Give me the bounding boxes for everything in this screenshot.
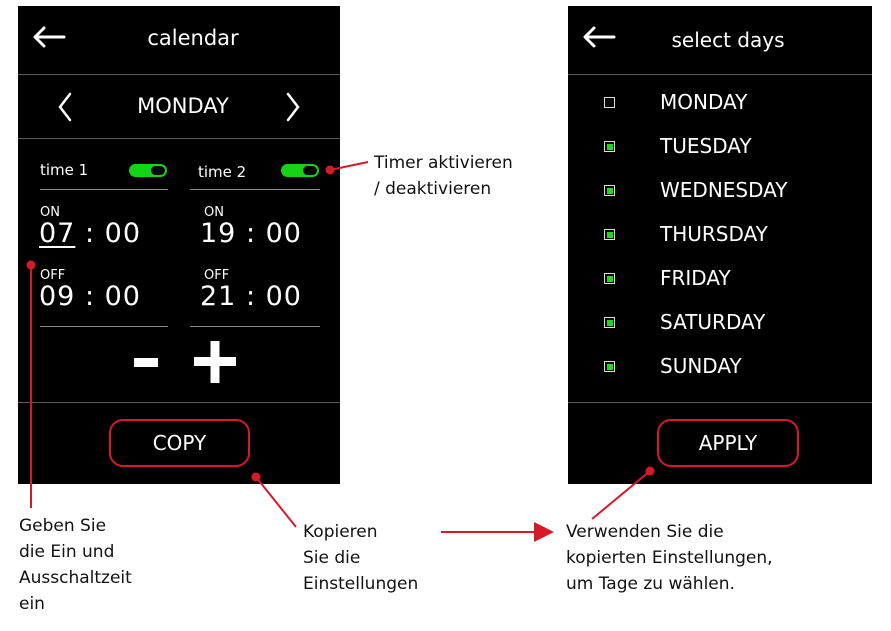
note-line: Verwenden Sie die <box>566 522 724 542</box>
connector-dot <box>251 472 261 482</box>
connector-dot <box>325 165 335 175</box>
connector-line <box>329 161 369 171</box>
timer-toggle-note: Timer aktivieren / deaktivieren <box>374 150 513 202</box>
note-line: um Tage zu wählen. <box>566 574 735 594</box>
note-line: Sie die <box>303 548 361 568</box>
connector-line <box>255 476 297 528</box>
use-settings-note: Verwenden Sie die kopierten Einstellunge… <box>566 519 773 597</box>
note-line: die Ein und <box>19 542 115 562</box>
connector-dot <box>26 260 36 270</box>
connector-dot <box>645 466 655 476</box>
note-line: kopierten Einstellungen, <box>566 548 773 568</box>
note-line: ein <box>19 594 45 614</box>
copy-settings-note: Kopieren Sie die Einstellungen <box>303 519 418 597</box>
set-times-note: Geben Sie die Ein und Ausschaltzeit ein <box>19 513 132 617</box>
note-line: / deaktivieren <box>374 179 492 199</box>
connector-line <box>591 470 651 520</box>
note-line: Ausschaltzeit <box>19 568 132 588</box>
note-line: Geben Sie <box>19 516 107 536</box>
note-line: Timer aktivieren <box>374 153 513 173</box>
note-line: Kopieren <box>303 522 378 542</box>
note-line: Einstellungen <box>303 574 419 594</box>
